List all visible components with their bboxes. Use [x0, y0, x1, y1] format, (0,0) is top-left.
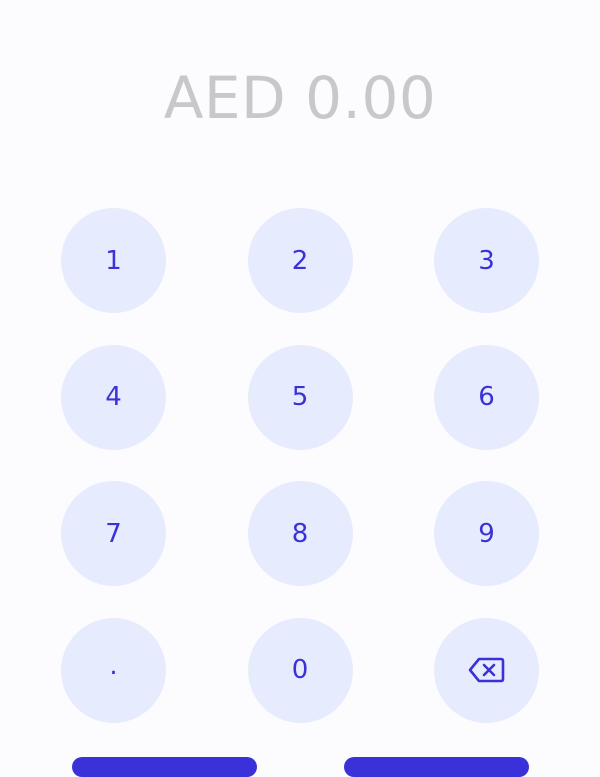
key-label: 1 [105, 245, 122, 276]
key-label: 9 [478, 518, 495, 549]
key-5[interactable]: 5 [247, 344, 353, 450]
key-3[interactable]: 3 [434, 208, 539, 313]
key-0[interactable]: 0 [247, 617, 353, 723]
key-label: 7 [105, 518, 122, 549]
key-4[interactable]: 4 [61, 344, 166, 450]
key-7[interactable]: 7 [61, 481, 166, 586]
backspace-icon [468, 656, 506, 684]
key-label: . [109, 651, 118, 681]
key-decimal[interactable]: . [61, 617, 166, 723]
key-2[interactable]: 2 [247, 208, 353, 313]
key-label: 6 [478, 382, 495, 412]
key-1[interactable]: 1 [61, 208, 166, 313]
amount-display: AED 0.00 [163, 64, 437, 132]
key-6[interactable]: 6 [434, 344, 539, 450]
key-label: 3 [478, 245, 495, 276]
bottom-right-button[interactable] [344, 757, 529, 777]
key-label: 4 [105, 382, 122, 412]
key-label: 2 [291, 245, 309, 276]
key-8[interactable]: 8 [247, 481, 353, 586]
key-label: 5 [291, 382, 309, 412]
backspace-button[interactable] [434, 617, 539, 723]
numeric-keypad: 1 2 3 4 5 6 7 8 9 . 0 [61, 208, 539, 723]
key-label: 8 [291, 518, 309, 549]
key-9[interactable]: 9 [434, 481, 539, 586]
bottom-left-button[interactable] [72, 757, 257, 777]
key-label: 0 [291, 655, 309, 685]
